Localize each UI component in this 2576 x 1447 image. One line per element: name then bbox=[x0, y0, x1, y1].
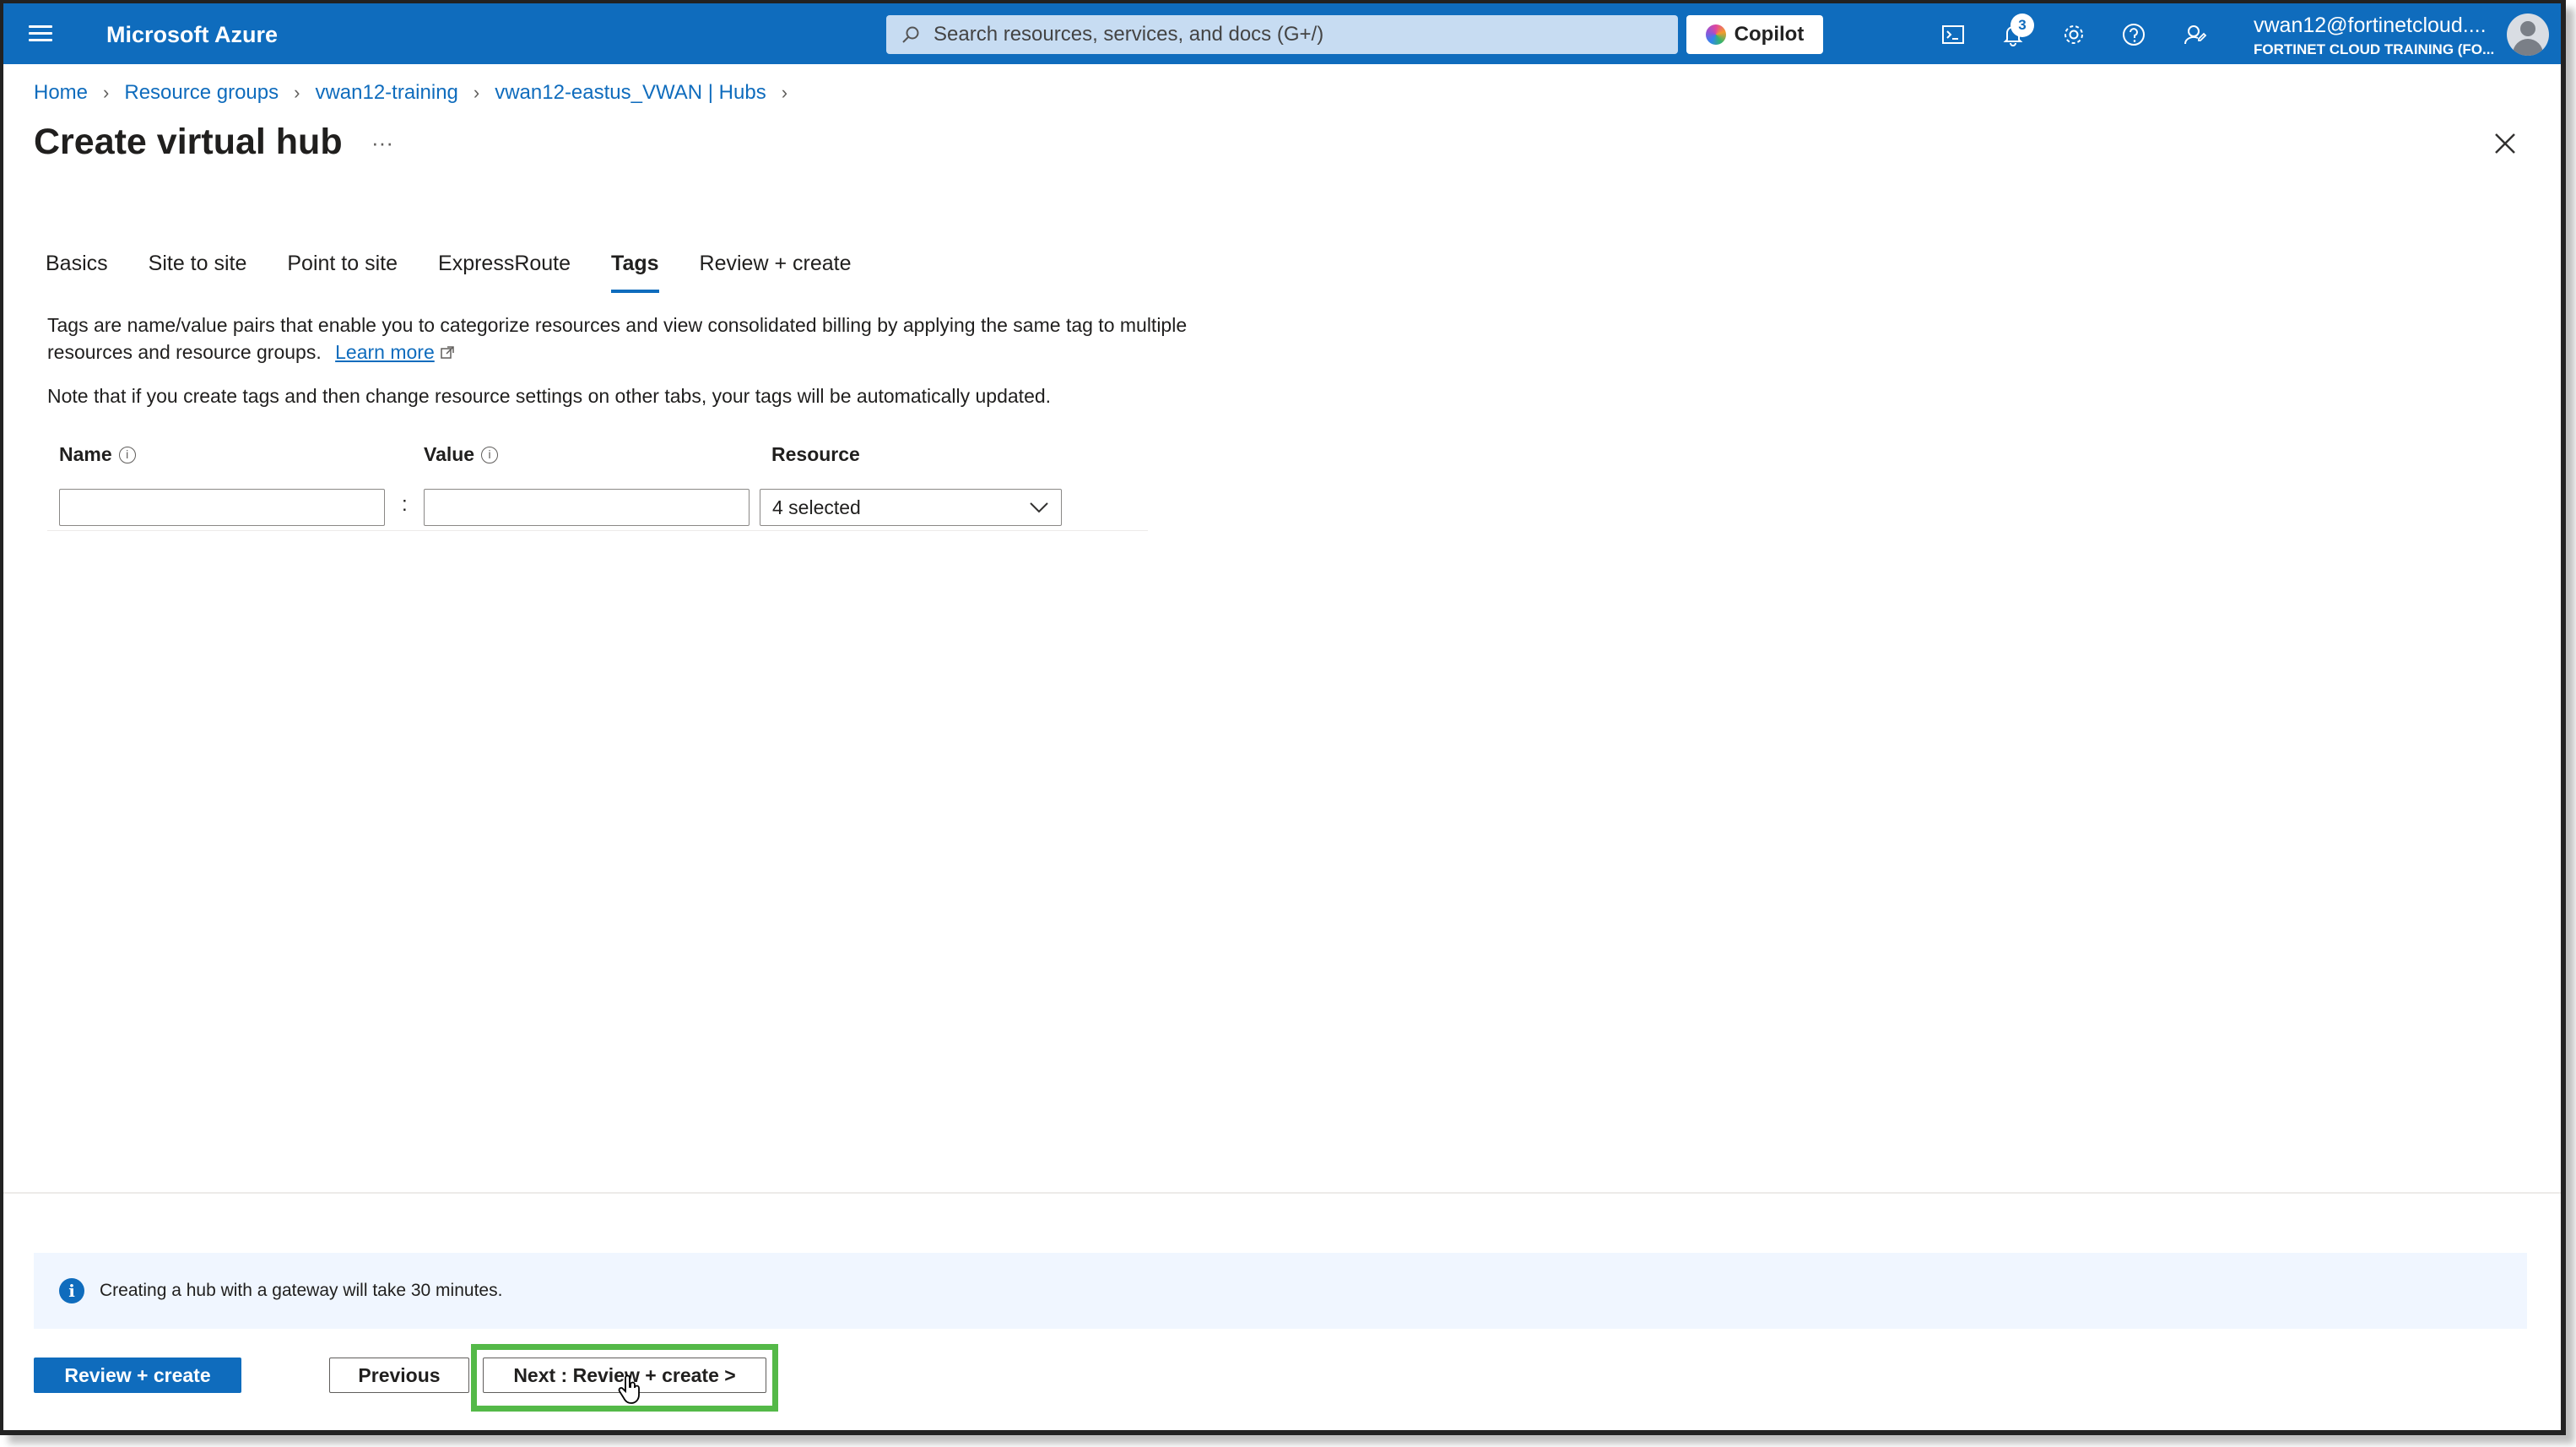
info-icon[interactable]: i bbox=[481, 446, 499, 463]
user-tenant: FORTINET CLOUD TRAINING (FO... bbox=[2254, 41, 2495, 57]
close-icon[interactable] bbox=[2493, 132, 2517, 155]
tab-point-to-site[interactable]: Point to site bbox=[287, 252, 398, 293]
name-column-label: Name bbox=[59, 443, 112, 465]
review-create-button[interactable]: Review + create bbox=[34, 1358, 241, 1393]
chevron-right-icon: › bbox=[473, 82, 480, 103]
learn-more-link[interactable]: Learn more bbox=[335, 341, 435, 363]
value-column-header: Value i bbox=[424, 443, 499, 466]
row-divider bbox=[47, 530, 1148, 531]
tab-basics[interactable]: Basics bbox=[46, 252, 108, 293]
footer-divider bbox=[3, 1192, 2561, 1194]
search-icon bbox=[902, 26, 919, 43]
more-options-icon[interactable]: ··· bbox=[371, 130, 393, 156]
search-input[interactable]: Search resources, services, and docs (G+… bbox=[886, 15, 1678, 54]
chevron-right-icon: › bbox=[103, 82, 110, 103]
value-column-label: Value bbox=[424, 443, 475, 465]
tab-review-create[interactable]: Review + create bbox=[700, 252, 852, 293]
chevron-right-icon: › bbox=[294, 82, 300, 103]
tab-tags[interactable]: Tags bbox=[611, 252, 659, 293]
user-email: vwan12@fortinetcloud.... bbox=[2254, 14, 2487, 37]
external-link-icon bbox=[441, 346, 454, 359]
info-message-bar: i Creating a hub with a gateway will tak… bbox=[34, 1253, 2527, 1329]
account-menu[interactable]: vwan12@fortinetcloud.... FORTINET CLOUD … bbox=[2254, 14, 2498, 58]
brand-title[interactable]: Microsoft Azure bbox=[106, 22, 278, 48]
notification-badge: 3 bbox=[2010, 14, 2034, 37]
copilot-label: Copilot bbox=[1734, 23, 1805, 46]
resource-column-label: Resource bbox=[771, 443, 860, 465]
tags-description-text: Tags are name/value pairs that enable yo… bbox=[47, 314, 1188, 363]
resource-dropdown[interactable]: 4 selected bbox=[760, 489, 1062, 526]
resource-selected-value: 4 selected bbox=[772, 496, 861, 518]
cloud-shell-icon[interactable] bbox=[1940, 22, 1966, 47]
info-icon[interactable]: i bbox=[118, 446, 136, 463]
chevron-down-icon bbox=[1030, 502, 1048, 513]
wizard-tabs: Basics Site to site Point to site Expres… bbox=[46, 252, 892, 293]
copilot-button[interactable]: Copilot bbox=[1686, 15, 1823, 54]
tags-description: Tags are name/value pairs that enable yo… bbox=[47, 312, 1229, 366]
azure-portal-window: Microsoft Azure Search resources, servic… bbox=[0, 0, 2566, 1435]
breadcrumb-hubs[interactable]: vwan12-eastus_VWAN | Hubs bbox=[495, 81, 766, 105]
menu-icon[interactable] bbox=[29, 25, 52, 42]
tag-name-input[interactable] bbox=[59, 489, 385, 526]
breadcrumb: Home › Resource groups › vwan12-training… bbox=[34, 81, 803, 105]
tag-value-input[interactable] bbox=[424, 489, 750, 526]
top-bar: Microsoft Azure Search resources, servic… bbox=[3, 3, 2561, 64]
search-placeholder: Search resources, services, and docs (G+… bbox=[934, 23, 1324, 46]
breadcrumb-resource-groups[interactable]: Resource groups bbox=[124, 81, 279, 105]
tags-note: Note that if you create tags and then ch… bbox=[47, 385, 1052, 407]
tab-site-to-site[interactable]: Site to site bbox=[149, 252, 247, 293]
help-icon[interactable] bbox=[2121, 22, 2146, 47]
feedback-icon[interactable] bbox=[2182, 22, 2207, 47]
info-message: Creating a hub with a gateway will take … bbox=[100, 1281, 503, 1300]
hand-pointer-cursor-icon bbox=[618, 1374, 640, 1404]
breadcrumb-home[interactable]: Home bbox=[34, 81, 88, 105]
avatar[interactable] bbox=[2507, 14, 2549, 56]
name-value-separator: : bbox=[402, 493, 408, 516]
info-icon: i bbox=[59, 1278, 84, 1303]
tab-expressroute[interactable]: ExpressRoute bbox=[438, 252, 571, 293]
name-column-header: Name i bbox=[59, 443, 136, 466]
copilot-icon bbox=[1705, 24, 1726, 45]
previous-button[interactable]: Previous bbox=[329, 1358, 469, 1393]
resource-column-header: Resource bbox=[771, 443, 860, 466]
breadcrumb-resource-group[interactable]: vwan12-training bbox=[315, 81, 457, 105]
page-title: Create virtual hub bbox=[34, 122, 343, 162]
chevron-right-icon: › bbox=[781, 82, 788, 103]
settings-gear-icon[interactable] bbox=[2061, 22, 2086, 47]
